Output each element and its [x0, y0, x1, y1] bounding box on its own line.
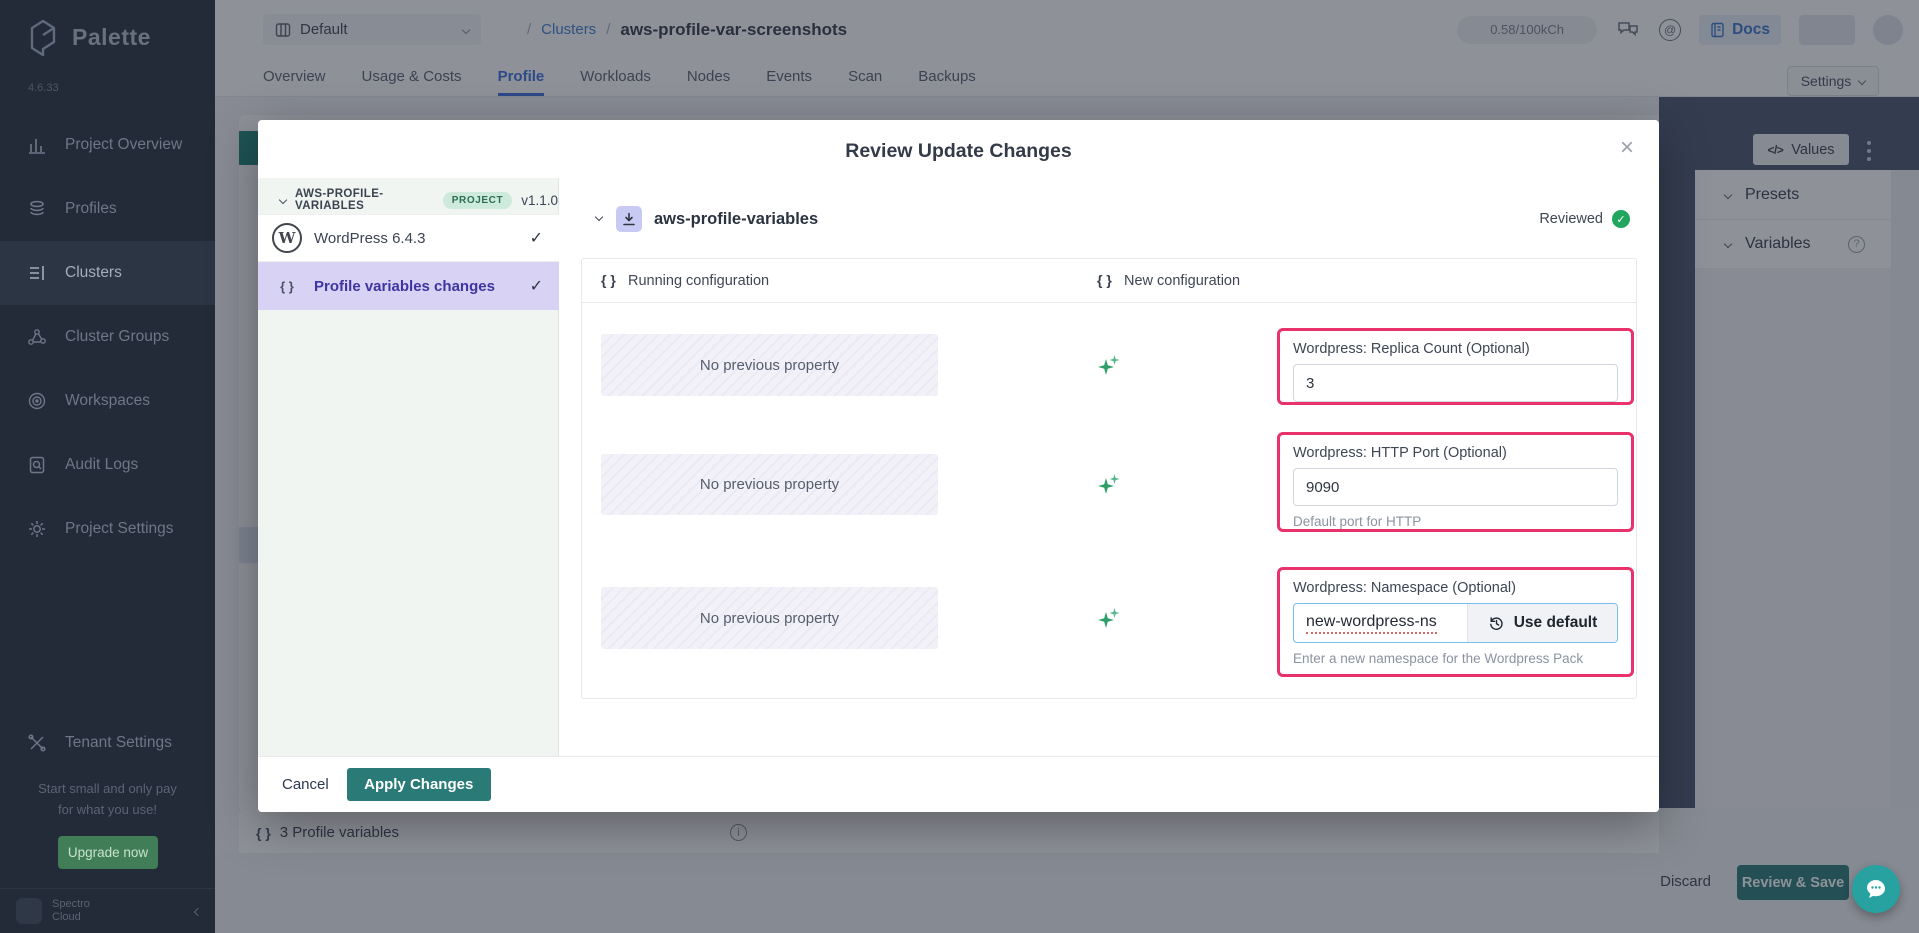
spectro-cloud-logo — [16, 898, 42, 924]
screen: Palette 4.6.33 Project Overview Profiles — [0, 0, 1919, 933]
field-helper-text: Default port for HTTP — [1293, 514, 1618, 529]
spectro-line2: Cloud — [52, 911, 81, 923]
replica-count-input[interactable] — [1293, 364, 1618, 402]
sidebar-item-label: Profiles — [65, 200, 117, 218]
reviewed-check-icon: ✓ — [1612, 210, 1630, 228]
sidebar-item-project-settings[interactable]: Project Settings — [0, 497, 215, 561]
check-icon: ✓ — [530, 276, 543, 296]
sidebar-footer: Spectro Cloud — [0, 888, 215, 933]
field-label: Wordpress: Replica Count (Optional) — [1293, 341, 1618, 357]
nodes-icon — [26, 326, 48, 348]
layers-icon — [26, 198, 48, 220]
field-label: Wordpress: HTTP Port (Optional) — [1293, 445, 1618, 461]
sparkle-icon — [1097, 472, 1121, 496]
modal-title: Review Update Changes — [258, 140, 1659, 163]
palette-logo: Palette — [26, 18, 151, 56]
nav-item-wordpress[interactable]: W WordPress 6.4.3 ✓ — [258, 214, 559, 262]
support-chat-fab[interactable] — [1852, 865, 1900, 913]
namespace-value: new-wordpress-ns — [1306, 613, 1437, 634]
configuration-diff: { } Running configuration { } New config… — [581, 258, 1637, 699]
sidebar-item-label: Project Settings — [65, 520, 174, 538]
nav-item-label: WordPress 6.4.3 — [314, 230, 425, 247]
field-label: Wordpress: Namespace (Optional) — [1293, 580, 1618, 596]
modal-footer: Cancel Apply Changes — [258, 756, 1659, 812]
sidebar-item-profiles[interactable]: Profiles — [0, 177, 215, 241]
new-configuration-header: New configuration — [1124, 273, 1240, 289]
check-icon: ✓ — [530, 228, 543, 248]
history-icon — [1488, 615, 1505, 632]
sparkle-icon — [1097, 606, 1121, 630]
profile-nav-panel: AWS-PROFILE-VARIABLES PROJECT v1.1.0 W W… — [258, 178, 559, 756]
upgrade-promo: Start small and only pay for what you us… — [0, 778, 215, 820]
no-previous-property-box: No previous property — [601, 587, 938, 649]
sidebar: Palette 4.6.33 Project Overview Profiles — [0, 0, 215, 933]
sidebar-item-label: Tenant Settings — [65, 734, 172, 752]
sidebar-item-label: Clusters — [65, 264, 122, 282]
running-configuration-header: Running configuration — [628, 273, 769, 289]
sidebar-item-label: Cluster Groups — [65, 328, 169, 346]
sidebar-item-label: Workspaces — [65, 392, 150, 410]
field-helper-text: Enter a new namespace for the Wordpress … — [1293, 651, 1618, 666]
close-icon[interactable]: × — [1611, 132, 1643, 164]
chat-bubble-icon — [1864, 877, 1888, 901]
spectro-cloud-name: Spectro Cloud — [52, 898, 90, 924]
variable-field-http-port: Wordpress: HTTP Port (Optional) Default … — [1277, 432, 1634, 532]
cancel-button[interactable]: Cancel — [282, 776, 329, 793]
wordpress-logo-icon: W — [272, 223, 302, 253]
promo-line-1: Start small and only pay — [0, 778, 215, 799]
reviewed-label: Reviewed — [1539, 211, 1603, 227]
palette-logo-icon — [26, 18, 60, 56]
sidebar-nav: Project Overview Profiles Clusters Clust… — [0, 113, 215, 561]
sidebar-item-audit-logs[interactable]: Audit Logs — [0, 433, 215, 497]
sidebar-item-clusters[interactable]: Clusters — [0, 241, 215, 305]
promo-line-2: for what you use! — [0, 799, 215, 820]
namespace-input[interactable]: new-wordpress-ns Use default — [1293, 603, 1618, 643]
gear-icon — [26, 518, 48, 540]
braces-icon: { } — [601, 272, 616, 288]
sidebar-item-tenant-settings[interactable]: Tenant Settings — [0, 711, 215, 775]
use-default-label: Use default — [1514, 614, 1598, 632]
http-port-input[interactable] — [1293, 468, 1618, 506]
sidebar-collapse-button[interactable] — [195, 902, 201, 920]
project-scope-badge: PROJECT — [443, 192, 512, 209]
audit-log-icon — [26, 454, 48, 476]
target-icon — [26, 390, 48, 412]
pack-name: aws-profile-variables — [654, 210, 818, 229]
braces-icon: { } — [272, 279, 302, 294]
brand-name: Palette — [72, 24, 151, 51]
profile-version: v1.1.0 — [521, 193, 558, 208]
app-version: 4.6.33 — [28, 82, 59, 94]
use-default-button[interactable]: Use default — [1467, 604, 1617, 642]
sidebar-item-label: Audit Logs — [65, 456, 138, 474]
reviewed-status: Reviewed ✓ — [1539, 210, 1630, 228]
sparkle-icon — [1097, 353, 1121, 377]
braces-icon: { } — [1097, 272, 1112, 288]
upgrade-now-button[interactable]: Upgrade now — [58, 836, 158, 869]
configuration-columns-header: { } Running configuration { } New config… — [582, 259, 1636, 303]
sidebar-item-label: Project Overview — [65, 136, 182, 154]
apply-changes-button[interactable]: Apply Changes — [347, 768, 491, 801]
profile-group-header[interactable]: AWS-PROFILE-VARIABLES PROJECT v1.1.0 — [258, 186, 558, 214]
sidebar-item-cluster-groups[interactable]: Cluster Groups — [0, 305, 215, 369]
variable-field-replica-count: Wordpress: Replica Count (Optional) — [1277, 328, 1634, 405]
nav-item-profile-variables-changes[interactable]: { } Profile variables changes ✓ — [258, 262, 559, 310]
no-previous-property-box: No previous property — [601, 334, 938, 396]
pack-download-icon — [616, 206, 642, 232]
pack-collapse-chevron[interactable] — [595, 213, 603, 221]
nav-item-label: Profile variables changes — [314, 278, 495, 295]
sidebar-item-project-overview[interactable]: Project Overview — [0, 113, 215, 177]
variable-field-namespace: Wordpress: Namespace (Optional) new-word… — [1277, 567, 1634, 677]
sidebar-tenant-section: Tenant Settings — [0, 711, 215, 775]
review-update-changes-modal: Review Update Changes × AWS-PROFILE-VARI… — [258, 120, 1659, 812]
profile-name: AWS-PROFILE-VARIABLES — [295, 188, 434, 212]
no-previous-property-box: No previous property — [601, 454, 938, 515]
tools-icon — [26, 732, 48, 754]
bar-chart-icon — [26, 134, 48, 156]
sidebar-item-workspaces[interactable]: Workspaces — [0, 369, 215, 433]
list-icon — [26, 262, 48, 284]
spectro-line1: Spectro — [52, 898, 90, 910]
